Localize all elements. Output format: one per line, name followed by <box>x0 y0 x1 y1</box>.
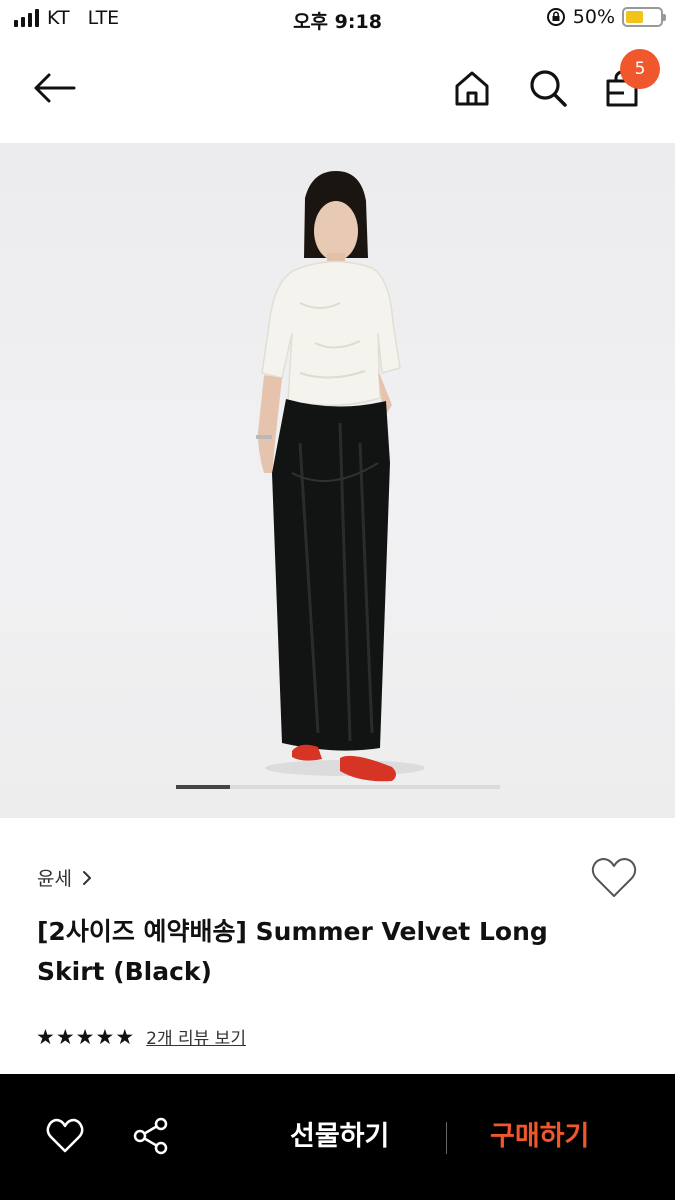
share-button[interactable] <box>131 1116 171 1156</box>
nav-bar <box>0 38 675 142</box>
star-rating: ★ ★ ★ ★ ★ <box>36 1025 134 1049</box>
heart-outline-icon <box>591 858 637 897</box>
battery-icon <box>622 7 666 27</box>
home-icon <box>455 71 489 106</box>
status-bar: KT LTE 오후 9:18 50% <box>0 0 675 38</box>
share-icon <box>133 1117 168 1155</box>
product-image[interactable] <box>0 143 675 818</box>
battery-percent: 50% <box>572 6 615 28</box>
rating-row: ★ ★ ★ ★ ★ 2개 리뷰 보기 <box>36 1024 246 1050</box>
brand-link[interactable]: 윤세 <box>37 864 92 891</box>
star-icon: ★ <box>75 1024 95 1049</box>
product-title: [2사이즈 예약배송] Summer Velvet Long Skirt (Bl… <box>37 917 548 986</box>
carousel-active-segment <box>176 785 230 789</box>
model-photo <box>256 171 425 782</box>
heart-icon <box>46 1118 84 1153</box>
battery-fill <box>626 11 643 23</box>
status-right: 50% <box>546 6 666 28</box>
image-carousel-indicator <box>176 785 500 789</box>
bottom-divider <box>446 1122 447 1154</box>
star-icon: ★ <box>115 1024 135 1049</box>
search-button[interactable] <box>526 66 570 110</box>
review-link[interactable]: 2개 리뷰 보기 <box>146 1024 246 1049</box>
star-icon: ★ <box>95 1024 115 1049</box>
gift-button[interactable]: 선물하기 <box>290 1114 389 1153</box>
home-button[interactable] <box>450 66 494 110</box>
search-icon <box>530 70 567 107</box>
arrow-left-icon <box>34 73 76 103</box>
cart-count-badge: 5 <box>620 49 660 89</box>
back-button[interactable] <box>32 66 76 110</box>
bottom-action-bar: 선물하기 구매하기 <box>0 1074 675 1200</box>
bottom-wishlist-button[interactable] <box>45 1116 85 1156</box>
star-icon: ★ <box>36 1024 55 1049</box>
rotation-lock-icon <box>546 8 565 26</box>
star-icon: ★ <box>55 1024 75 1049</box>
chevron-right-icon <box>82 870 91 885</box>
buy-button[interactable]: 구매하기 <box>490 1114 589 1153</box>
brand-name: 윤세 <box>37 868 72 890</box>
wishlist-button[interactable] <box>590 856 638 900</box>
